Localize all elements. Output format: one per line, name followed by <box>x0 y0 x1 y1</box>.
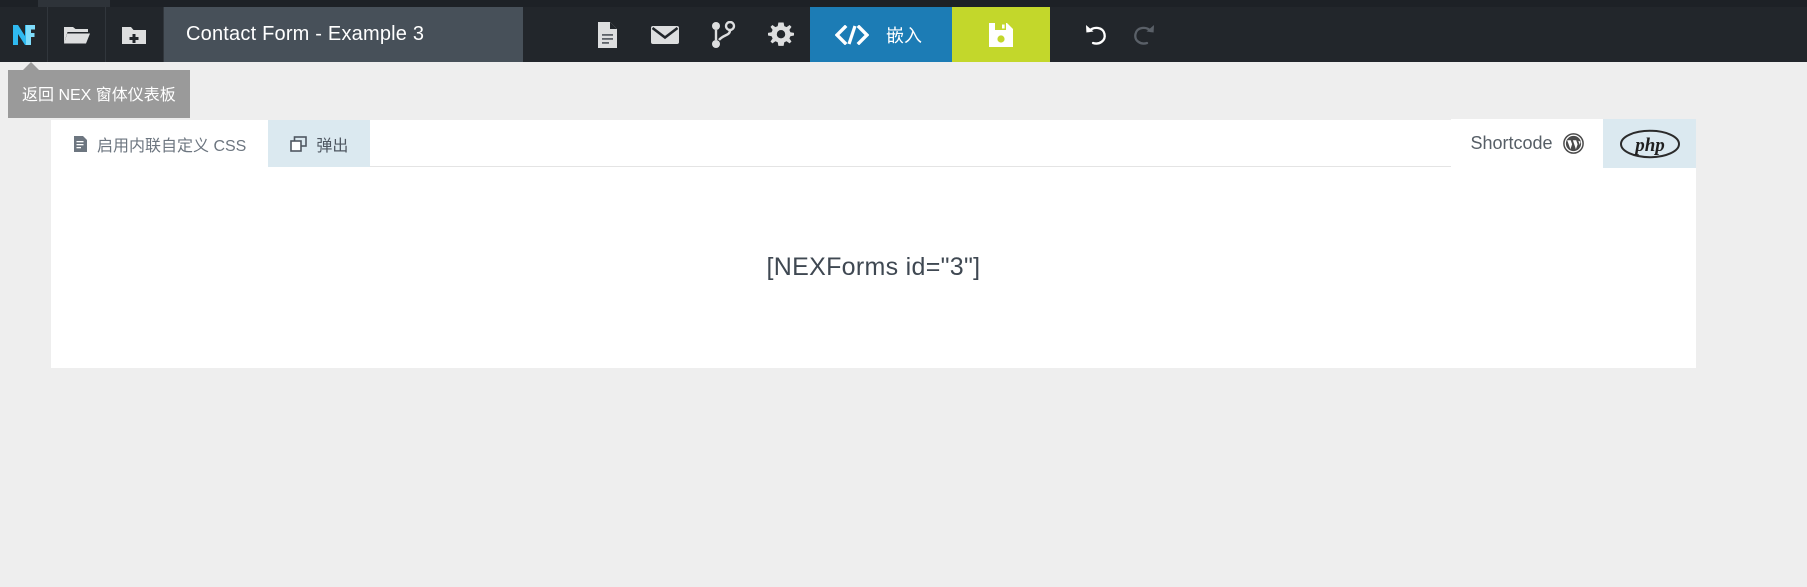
nexforms-logo-icon <box>12 24 35 45</box>
wordpress-icon <box>1562 133 1584 154</box>
document-icon <box>598 21 617 48</box>
floppy-disk-icon <box>989 22 1013 47</box>
tab-php[interactable]: php <box>1603 119 1696 168</box>
save-button[interactable] <box>952 7 1050 62</box>
new-form-button[interactable] <box>106 7 164 62</box>
window-top-edge <box>0 0 1807 7</box>
shortcode-value[interactable]: [NEXForms id="3"] <box>767 253 981 282</box>
dashboard-return-tooltip: 返回 NEX 窗体仪表板 <box>8 62 190 118</box>
tooltip-arrow <box>22 62 40 71</box>
tab-popup-label: 弹出 <box>316 137 349 155</box>
undo-arrow-icon <box>1086 24 1106 45</box>
open-form-button[interactable] <box>48 7 106 62</box>
git-branch-icon <box>712 20 736 48</box>
redo-button[interactable] <box>1120 7 1168 62</box>
php-oval-icon: php <box>1619 129 1680 158</box>
form-fields-button[interactable] <box>578 7 636 62</box>
form-title-field[interactable]: Contact Form - Example 3 <box>164 7 523 62</box>
embed-button-label: 嵌入 <box>886 25 922 46</box>
redo-arrow-icon <box>1134 24 1154 45</box>
tooltip-label: 返回 NEX 窗体仪表板 <box>22 87 176 104</box>
undo-button[interactable] <box>1072 7 1120 62</box>
conditional-logic-button[interactable] <box>694 7 752 62</box>
tab-popup[interactable]: 弹出 <box>268 120 371 167</box>
toolbar-gap <box>523 7 578 62</box>
svg-text:php: php <box>1633 135 1665 156</box>
email-settings-button[interactable] <box>636 7 694 62</box>
document-css-icon <box>74 135 87 152</box>
tab-inline-css-label: 启用内联自定义 CSS <box>97 137 247 155</box>
embed-panel: 启用内联自定义 CSS 弹出 Shortcode php [NEXForms i… <box>51 119 1696 368</box>
form-title-value: Contact Form - Example 3 <box>186 23 425 45</box>
settings-button[interactable] <box>752 7 810 62</box>
embed-panel-body: [NEXForms id="3"] <box>51 167 1696 367</box>
gear-icon <box>768 22 794 46</box>
tabbar-spacer <box>370 120 1451 166</box>
envelope-icon <box>651 25 679 44</box>
embed-panel-tabbar: 启用内联自定义 CSS 弹出 Shortcode php <box>51 119 1696 168</box>
nexforms-logo-button[interactable] <box>0 7 48 62</box>
popout-window-icon <box>290 135 308 152</box>
folder-open-icon <box>63 26 90 43</box>
tab-inline-css[interactable]: 启用内联自定义 CSS <box>51 120 269 167</box>
folder-add-icon <box>121 26 146 44</box>
embed-button[interactable]: 嵌入 <box>810 7 952 62</box>
tab-shortcode[interactable]: Shortcode <box>1451 119 1603 168</box>
code-brackets-icon <box>835 24 869 45</box>
tab-shortcode-label: Shortcode <box>1470 133 1553 153</box>
main-toolbar: Contact Form - Example 3 嵌入 <box>0 7 1807 62</box>
window-top-edge-segment <box>38 0 110 7</box>
